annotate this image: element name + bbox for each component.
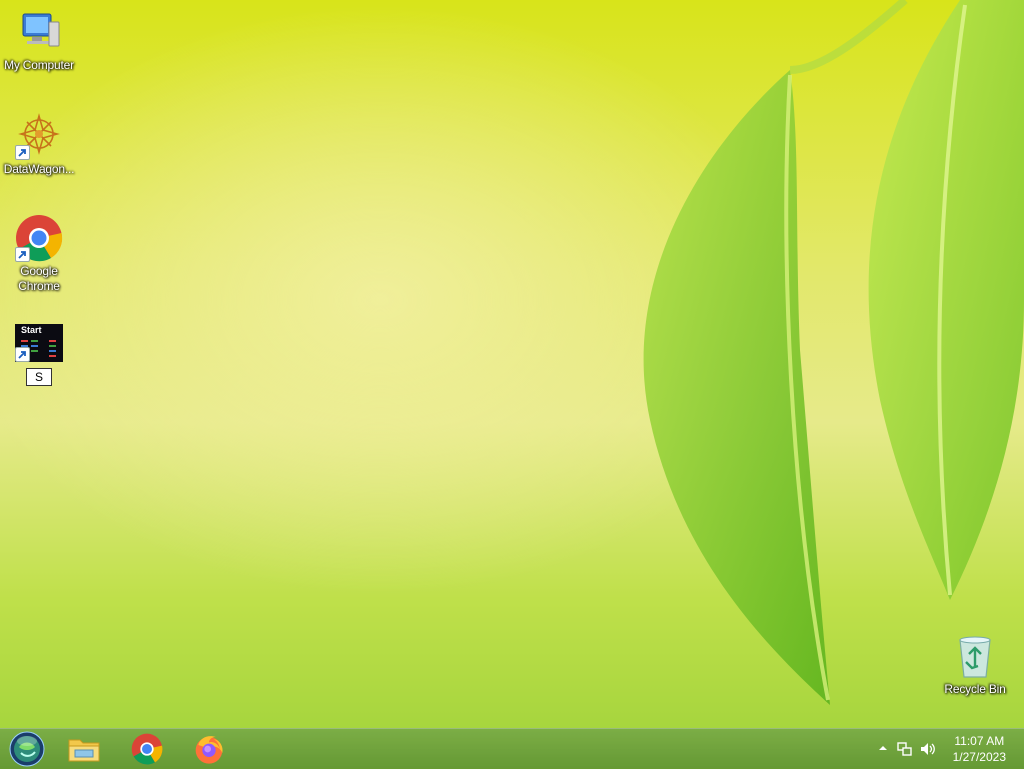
firefox-icon (195, 736, 223, 764)
computer-icon (15, 8, 63, 56)
system-tray: 11:07 AM 1/27/2023 (864, 729, 1024, 769)
desktop-icon-datawagon[interactable]: DataWagon... (1, 112, 77, 177)
desktop-icon-label: My Computer (4, 58, 74, 72)
clock-time: 11:07 AM (954, 734, 1005, 748)
taskbar: 11:07 AM 1/27/2023 (0, 728, 1024, 769)
chrome-icon (15, 214, 63, 262)
desktop-icon-label: Google Chrome (18, 264, 60, 293)
recycle-bin-icon (951, 632, 999, 680)
start-button[interactable] (1, 731, 53, 767)
wallpaper-leaves (643, 0, 1024, 705)
shortcut-arrow-icon (15, 347, 30, 362)
desktop-icon-label: DataWagon... (3, 162, 75, 176)
clock[interactable]: 11:07 AM 1/27/2023 (953, 733, 1006, 765)
file-explorer-icon (68, 739, 100, 762)
chrome-icon (131, 733, 163, 765)
network-icon[interactable] (897, 741, 913, 760)
desktop-icon-label: Recycle Bin (944, 682, 1006, 696)
desktop-icon-my-computer[interactable]: My Computer (1, 8, 77, 73)
rename-field[interactable]: S (25, 368, 52, 386)
start-app-icon: Start (15, 324, 63, 362)
start-orb-icon (9, 731, 45, 767)
desktop-icon-start-app[interactable]: Start S (1, 324, 77, 386)
datawagon-icon (15, 112, 63, 160)
taskbar-firefox[interactable] (183, 731, 235, 767)
shortcut-arrow-icon (15, 145, 30, 160)
desktop-icon-google-chrome[interactable]: Google Chrome (1, 214, 77, 294)
shortcut-arrow-icon (15, 247, 30, 262)
chevron-up-icon[interactable] (878, 742, 888, 756)
clock-date: 1/27/2023 (952, 750, 1006, 764)
taskbar-file-explorer[interactable] (58, 731, 110, 767)
volume-icon[interactable] (919, 741, 937, 760)
taskbar-chrome[interactable] (121, 731, 173, 767)
desktop-icon-recycle-bin[interactable]: Recycle Bin (937, 632, 1013, 697)
